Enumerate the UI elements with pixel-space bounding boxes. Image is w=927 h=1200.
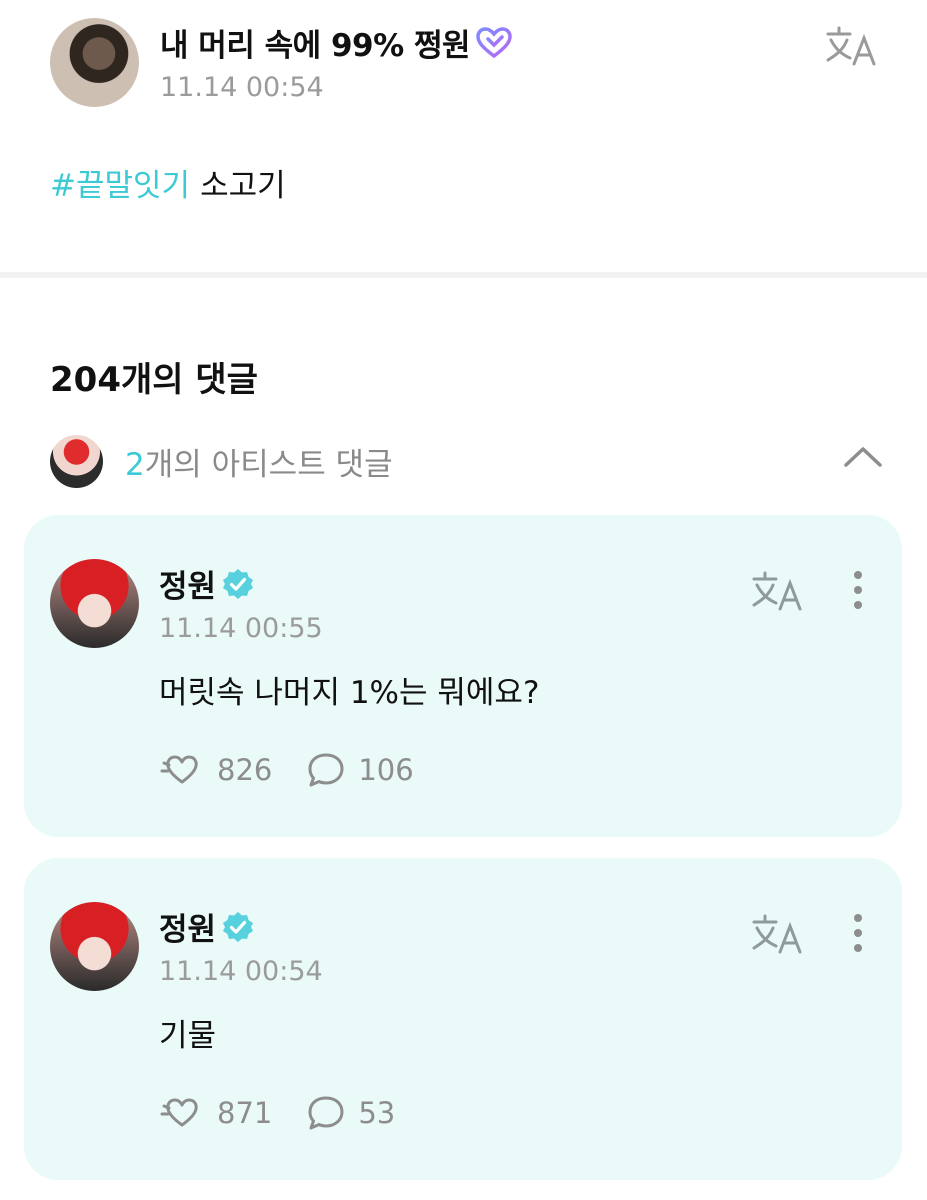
comment-author-avatar[interactable] <box>50 559 139 648</box>
artist-avatar <box>50 435 103 488</box>
post-author-avatar[interactable] <box>50 18 139 107</box>
translate-icon[interactable] <box>824 24 878 68</box>
comment-time: 11.14 00:55 <box>159 613 323 644</box>
comment-actions: 871 53 <box>159 1094 395 1132</box>
chevron-up-icon[interactable] <box>843 443 883 471</box>
artist-comments-label: 2개의 아티스트 댓글 <box>125 439 393 484</box>
like-icon[interactable] <box>159 751 205 789</box>
post-time: 11.14 00:54 <box>160 72 324 103</box>
like-count: 826 <box>217 753 273 787</box>
comment-actions: 826 106 <box>159 751 414 789</box>
artist-comment-card: 정원 11.14 00:55 머릿속 나머지 1%는 뭐에요? 826 106 <box>24 515 902 837</box>
more-icon[interactable] <box>846 569 870 611</box>
like-icon[interactable] <box>159 1094 205 1132</box>
artist-comments-text: 개의 아티스트 댓글 <box>144 447 393 483</box>
comment-time: 11.14 00:54 <box>159 956 323 987</box>
comment-author-avatar[interactable] <box>50 902 139 991</box>
artist-comment-card: 정원 11.14 00:54 기물 871 53 <box>24 858 902 1180</box>
reply-icon[interactable] <box>306 1094 346 1132</box>
comment-text: 기물 <box>159 1018 217 1054</box>
comment-author[interactable]: 정원 <box>159 904 254 949</box>
artist-comments-toggle[interactable]: 2개의 아티스트 댓글 <box>50 433 883 489</box>
comment-text: 머릿속 나머지 1%는 뭐에요? <box>159 675 540 711</box>
translate-icon[interactable] <box>750 912 804 956</box>
post-text: 소고기 <box>200 168 286 204</box>
reply-count: 106 <box>358 753 414 787</box>
comment-author-name: 정원 <box>159 569 217 605</box>
post-author[interactable]: 내 머리 속에 99% 쩡원 <box>160 20 512 65</box>
post: 내 머리 속에 99% 쩡원 11.14 00:54 #끝말잇기 소고기 <box>0 0 927 272</box>
reply-icon[interactable] <box>306 751 346 789</box>
post-body: #끝말잇기 소고기 <box>50 160 286 205</box>
reply-count: 53 <box>358 1096 396 1130</box>
verified-icon <box>223 568 254 599</box>
hashtag-link[interactable]: #끝말잇기 <box>50 168 190 204</box>
more-icon[interactable] <box>846 912 870 954</box>
section-divider <box>0 272 927 278</box>
heart-badge-icon <box>476 26 512 58</box>
comments-header: 204개의 댓글 <box>50 360 258 400</box>
translate-icon[interactable] <box>750 569 804 613</box>
comment-author-name: 정원 <box>159 912 217 948</box>
like-count: 871 <box>217 1096 273 1130</box>
comment-author[interactable]: 정원 <box>159 561 254 606</box>
verified-icon <box>223 911 254 942</box>
post-author-name: 내 머리 속에 99% 쩡원 <box>160 28 471 64</box>
artist-comments-count: 2 <box>125 447 145 483</box>
